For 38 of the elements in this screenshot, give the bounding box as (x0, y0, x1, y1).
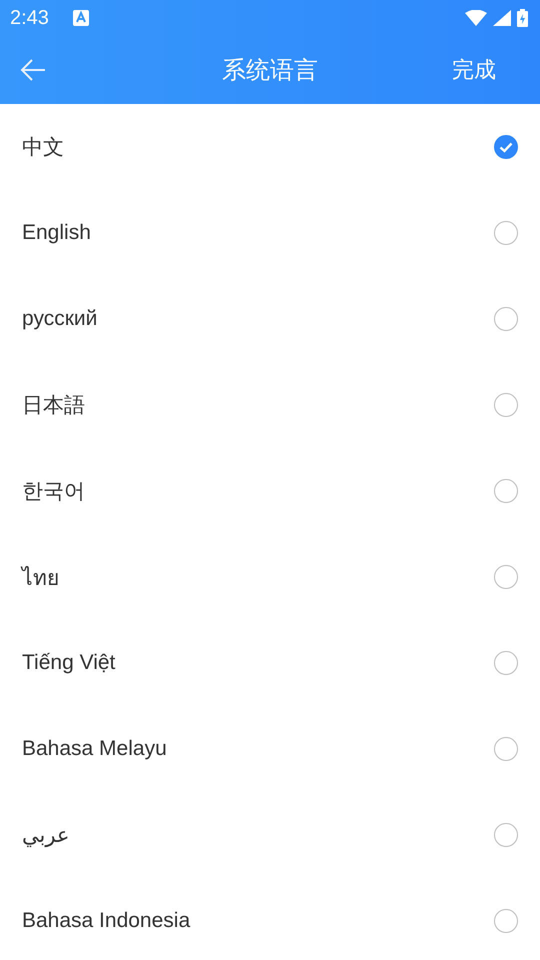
language-label: Bahasa Melayu (22, 737, 167, 761)
battery-icon (517, 9, 528, 27)
page-title: 系统语言 (222, 55, 318, 86)
language-option[interactable]: 中文 (0, 104, 540, 190)
radio-button[interactable] (494, 221, 518, 245)
language-label: عربي (22, 822, 70, 848)
wifi-icon (465, 10, 487, 26)
language-label: English (22, 221, 91, 245)
radio-button[interactable] (494, 479, 518, 503)
language-label: Bahasa Indonesia (22, 909, 190, 933)
language-option[interactable]: 한국어 (0, 448, 540, 534)
language-option[interactable]: ไทย (0, 534, 540, 620)
radio-button[interactable] (494, 393, 518, 417)
language-option[interactable]: Bahasa Melayu (0, 706, 540, 792)
check-icon (499, 142, 513, 152)
radio-button[interactable] (494, 565, 518, 589)
language-label: русский (22, 307, 98, 331)
language-option[interactable]: русский (0, 276, 540, 362)
language-label: 日本語 (22, 393, 85, 419)
language-label: 中文 (22, 135, 64, 161)
language-label: Tiếng Việt (22, 651, 116, 675)
language-label: 한국어 (22, 479, 85, 505)
language-option[interactable]: 日本語 (0, 362, 540, 448)
language-option[interactable]: Tiếng Việt (0, 620, 540, 706)
radio-button[interactable] (494, 651, 518, 675)
radio-button[interactable] (494, 307, 518, 331)
back-button[interactable] (20, 58, 46, 82)
status-time: 2:43 (10, 6, 49, 30)
signal-icon (493, 10, 511, 26)
language-option[interactable]: عربي (0, 792, 540, 878)
radio-button[interactable] (494, 909, 518, 933)
language-option[interactable]: Bahasa Indonesia (0, 878, 540, 960)
radio-button[interactable] (494, 823, 518, 847)
notification-icon (72, 10, 89, 26)
radio-button[interactable] (494, 135, 518, 159)
language-label: ไทย (22, 565, 59, 592)
radio-button[interactable] (494, 737, 518, 761)
language-option[interactable]: English (0, 190, 540, 276)
